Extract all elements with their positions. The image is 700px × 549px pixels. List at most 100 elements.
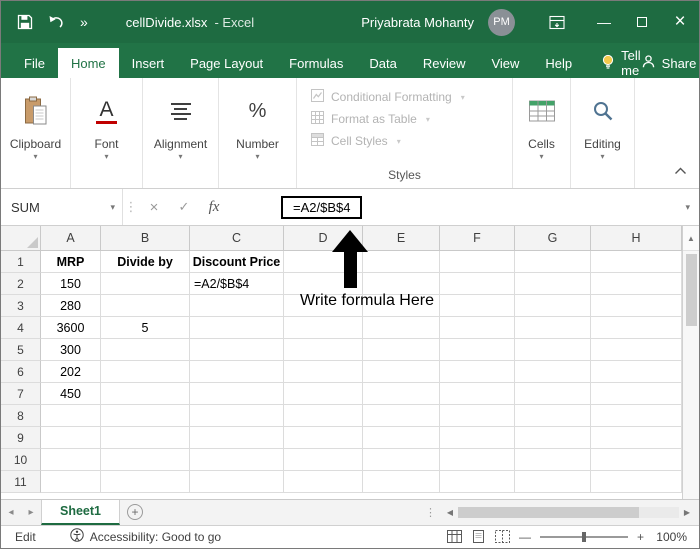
cell-F6[interactable] — [440, 361, 515, 383]
conditional-formatting-button[interactable]: Conditional Formatting ▾ — [311, 86, 465, 108]
cell-E1[interactable] — [363, 251, 440, 273]
cell-F1[interactable] — [440, 251, 515, 273]
cell-E11[interactable] — [363, 471, 440, 493]
enter-check-icon[interactable]: ✓ — [169, 199, 199, 215]
cell-B4[interactable]: 5 — [101, 317, 190, 339]
cell-D7[interactable] — [284, 383, 363, 405]
scroll-right-icon[interactable]: ▶ — [679, 508, 695, 517]
splitter-dots-icon[interactable]: ⋮ — [123, 199, 139, 215]
ribbon-display-options-icon[interactable] — [549, 15, 565, 30]
cells-group[interactable]: Cells ▾ — [513, 78, 571, 188]
cell-C3[interactable] — [190, 295, 284, 317]
tab-home[interactable]: Home — [57, 48, 119, 78]
cell-D6[interactable] — [284, 361, 363, 383]
tab-view[interactable]: View — [478, 48, 532, 78]
col-header-E[interactable]: E — [363, 226, 440, 250]
cell-F2[interactable] — [440, 273, 515, 295]
cell-B5[interactable] — [101, 339, 190, 361]
scroll-left-icon[interactable]: ◀ — [442, 508, 458, 517]
new-sheet-button[interactable]: + — [120, 500, 150, 525]
cell-D4[interactable] — [284, 317, 363, 339]
collapse-ribbon-icon[interactable] — [674, 162, 687, 180]
col-header-G[interactable]: G — [515, 226, 591, 250]
cell-F9[interactable] — [440, 427, 515, 449]
cell-H11[interactable] — [591, 471, 682, 493]
cell-C5[interactable] — [190, 339, 284, 361]
minimize-button[interactable]: — — [585, 1, 623, 43]
zoom-slider-thumb[interactable] — [582, 531, 587, 542]
chevron-down-icon[interactable]: ▾ — [110, 202, 115, 213]
cell-H7[interactable] — [591, 383, 682, 405]
cell-G11[interactable] — [515, 471, 591, 493]
cell-D10[interactable] — [284, 449, 363, 471]
tab-formulas[interactable]: Formulas — [276, 48, 356, 78]
cell-A4[interactable]: 3600 — [41, 317, 101, 339]
col-header-H[interactable]: H — [591, 226, 682, 250]
clipboard-group[interactable]: Clipboard ▾ — [1, 78, 71, 188]
share-button[interactable]: Share — [641, 48, 696, 78]
cell-styles-button[interactable]: Cell Styles ▾ — [311, 130, 401, 152]
cell-H3[interactable] — [591, 295, 682, 317]
name-box[interactable]: SUM ▾ — [1, 189, 123, 225]
row-header-2[interactable]: 2 — [1, 273, 41, 295]
cell-H1[interactable] — [591, 251, 682, 273]
cell-C7[interactable] — [190, 383, 284, 405]
row-header-1[interactable]: 1 — [1, 251, 41, 273]
cell-G3[interactable] — [515, 295, 591, 317]
accessibility-status[interactable]: Accessibility: Good to go — [69, 528, 221, 545]
cancel-icon[interactable]: × — [139, 199, 169, 216]
cell-C6[interactable] — [190, 361, 284, 383]
cell-H5[interactable] — [591, 339, 682, 361]
cell-H6[interactable] — [591, 361, 682, 383]
tab-data[interactable]: Data — [356, 48, 409, 78]
cell-B9[interactable] — [101, 427, 190, 449]
row-header-10[interactable]: 10 — [1, 449, 41, 471]
font-group[interactable]: A Font ▾ — [71, 78, 143, 188]
cell-G5[interactable] — [515, 339, 591, 361]
cell-H4[interactable] — [591, 317, 682, 339]
formula-bar-expand-icon[interactable]: ▾ — [685, 202, 690, 213]
zoom-level[interactable]: 100% — [653, 530, 687, 544]
vertical-scrollbar[interactable]: ▲ — [682, 226, 699, 499]
cell-H2[interactable] — [591, 273, 682, 295]
cell-H9[interactable] — [591, 427, 682, 449]
col-header-C[interactable]: C — [190, 226, 284, 250]
cell-G9[interactable] — [515, 427, 591, 449]
cell-F7[interactable] — [440, 383, 515, 405]
cell-G7[interactable] — [515, 383, 591, 405]
quick-access-more-icon[interactable]: » — [80, 14, 88, 30]
cell-G1[interactable] — [515, 251, 591, 273]
alignment-group[interactable]: Alignment ▾ — [143, 78, 219, 188]
cell-E6[interactable] — [363, 361, 440, 383]
cell-D11[interactable] — [284, 471, 363, 493]
cell-A1[interactable]: MRP — [41, 251, 101, 273]
row-header-7[interactable]: 7 — [1, 383, 41, 405]
cell-B6[interactable] — [101, 361, 190, 383]
col-header-A[interactable]: A — [41, 226, 101, 250]
tell-me[interactable]: Tell me — [601, 48, 641, 78]
zoom-slider[interactable] — [539, 531, 628, 542]
tab-review[interactable]: Review — [410, 48, 479, 78]
scroll-up-icon[interactable]: ▲ — [683, 226, 699, 251]
cell-B1[interactable]: Divide by — [101, 251, 190, 273]
cell-E9[interactable] — [363, 427, 440, 449]
row-header-6[interactable]: 6 — [1, 361, 41, 383]
cell-F8[interactable] — [440, 405, 515, 427]
horizontal-scrollbar[interactable] — [458, 506, 679, 518]
insert-function-icon[interactable]: fx — [199, 199, 229, 216]
page-layout-view-icon[interactable] — [471, 530, 486, 544]
col-header-B[interactable]: B — [101, 226, 190, 250]
row-header-4[interactable]: 4 — [1, 317, 41, 339]
cell-H8[interactable] — [591, 405, 682, 427]
avatar[interactable]: PM — [488, 8, 515, 36]
cell-A5[interactable]: 300 — [41, 339, 101, 361]
sheet-tab-sheet1[interactable]: Sheet1 — [41, 499, 120, 525]
tab-file[interactable]: File — [11, 48, 58, 78]
page-break-view-icon[interactable] — [494, 530, 510, 544]
cell-F4[interactable] — [440, 317, 515, 339]
undo-icon[interactable] — [48, 15, 65, 29]
row-header-9[interactable]: 9 — [1, 427, 41, 449]
close-button[interactable]: × — [661, 1, 699, 43]
maximize-button[interactable] — [623, 1, 661, 43]
select-all-corner[interactable] — [1, 226, 41, 250]
